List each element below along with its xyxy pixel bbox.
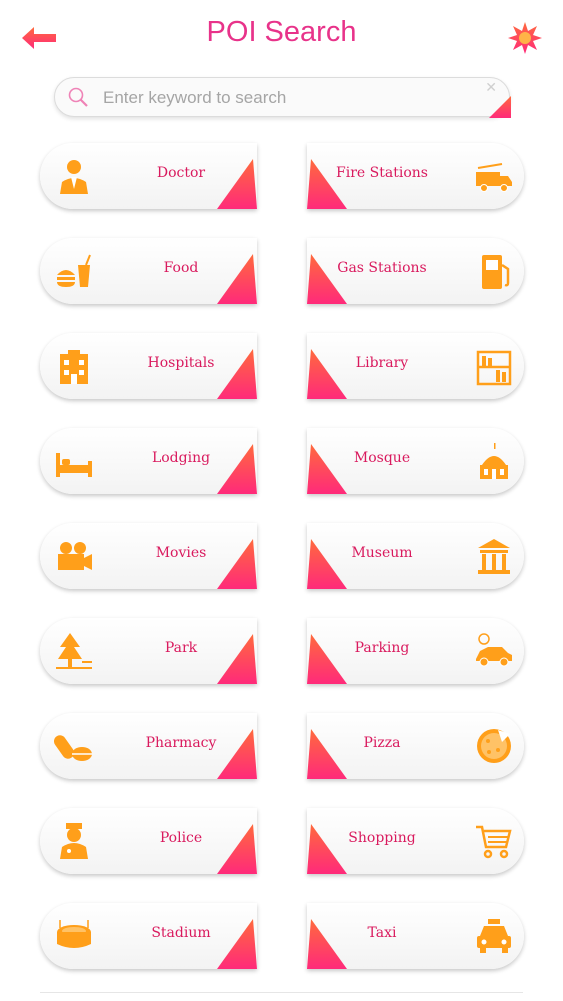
- category-card-pizza[interactable]: Pizza: [307, 713, 524, 779]
- category-card-food[interactable]: Food: [40, 238, 257, 304]
- category-label: Taxi: [367, 925, 397, 941]
- doctor-icon: [60, 160, 88, 194]
- pill-icon: [54, 735, 92, 761]
- category-label: Mosque: [353, 450, 411, 466]
- category-card-stadium[interactable]: Stadium: [40, 903, 257, 969]
- taxi-icon: [477, 919, 511, 953]
- category-card-parking[interactable]: Parking: [307, 618, 524, 684]
- library-icon: [476, 350, 512, 386]
- category-label: Pizza: [363, 735, 401, 751]
- category-card-pharmacy[interactable]: Pharmacy: [40, 713, 257, 779]
- category-card-library[interactable]: Library: [307, 333, 524, 399]
- category-label: Park: [164, 640, 198, 656]
- category-label: Gas Stations: [337, 260, 427, 276]
- category-label: Food: [163, 260, 199, 276]
- category-card-fire-stations[interactable]: Fire Stations: [307, 143, 524, 209]
- category-label: Museum: [351, 545, 413, 561]
- car-parking-icon: [476, 633, 512, 667]
- category-card-museum[interactable]: Museum: [307, 523, 524, 589]
- category-card-movies[interactable]: Movies: [40, 523, 257, 589]
- category-label: Parking: [354, 640, 410, 656]
- pizza-icon: [477, 729, 511, 763]
- category-card-mosque[interactable]: Mosque: [307, 428, 524, 494]
- hospital-icon: [60, 350, 88, 384]
- category-card-doctor[interactable]: Doctor: [40, 143, 257, 209]
- category-grid: Doctor Fire Stations Food Gas Stations Hospi…: [0, 0, 563, 1000]
- category-card-lodging[interactable]: Lodging: [40, 428, 257, 494]
- category-label: Fire Stations: [336, 165, 428, 181]
- stadium-icon: [57, 920, 91, 948]
- food-icon: [57, 254, 91, 287]
- category-card-police[interactable]: Police: [40, 808, 257, 874]
- category-label: Stadium: [151, 925, 211, 941]
- police-icon: [60, 823, 88, 859]
- category-label: Police: [159, 830, 203, 846]
- bed-icon: [56, 453, 92, 477]
- shopping-cart-icon: [476, 825, 512, 859]
- category-card-gas-stations[interactable]: Gas Stations: [307, 238, 524, 304]
- gas-pump-icon: [482, 255, 510, 289]
- category-label: Pharmacy: [145, 735, 217, 751]
- category-card-hospitals[interactable]: Hospitals: [40, 333, 257, 399]
- category-card-shopping[interactable]: Shopping: [307, 808, 524, 874]
- movie-camera-icon: [58, 542, 92, 570]
- category-label: Lodging: [151, 450, 211, 466]
- category-label: Hospitals: [147, 355, 215, 371]
- category-card-taxi[interactable]: Taxi: [307, 903, 524, 969]
- category-label: Shopping: [348, 830, 416, 846]
- museum-icon: [478, 539, 510, 574]
- category-card-park[interactable]: Park: [40, 618, 257, 684]
- mosque-icon: [480, 443, 508, 479]
- fire-truck-icon: [476, 163, 512, 192]
- tree-icon: [56, 633, 92, 669]
- category-label: Library: [355, 355, 409, 371]
- category-label: Movies: [155, 545, 207, 561]
- category-label: Doctor: [156, 165, 206, 181]
